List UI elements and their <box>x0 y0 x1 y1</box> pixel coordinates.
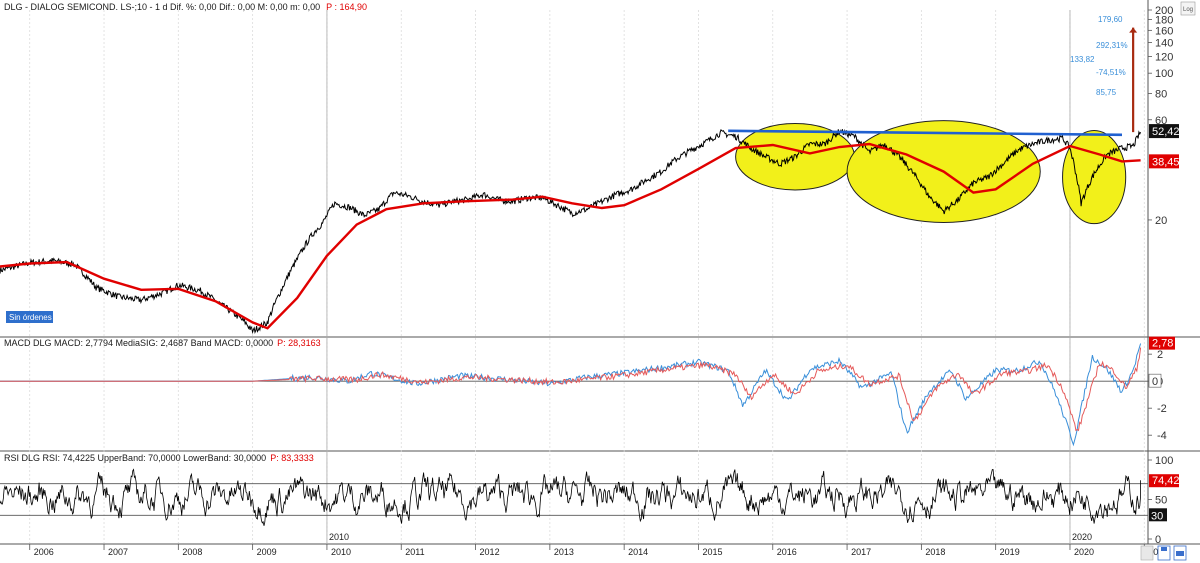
x-tick-label: 2007 <box>108 547 128 557</box>
x-tick-label: 2016 <box>777 547 797 557</box>
decade-label: 2020 <box>1072 532 1092 542</box>
y-tick-label: 20 <box>1155 215 1167 227</box>
log-scale-badge[interactable]: Log <box>1180 1 1196 16</box>
last-price-label: 52,42 <box>1152 126 1180 138</box>
target-annotation: 292,31% <box>1096 41 1128 50</box>
target-annotation: 133,82 <box>1070 55 1095 64</box>
x-tick-label: 2011 <box>405 547 424 557</box>
y-tick-label: 140 <box>1155 38 1173 50</box>
rsi-value-label: 74,42 <box>1152 475 1180 487</box>
log-scale-label: Log <box>1183 7 1193 13</box>
x-tick-label: 2006 <box>34 547 54 557</box>
chart-header-price: P : 164,90 <box>326 2 367 12</box>
stock-chart: 179,60 292,31%133,82-74,51% 85,75 DLG - DI… <box>0 0 1200 563</box>
y-tick-label: 100 <box>1155 68 1173 80</box>
scroll-left-button[interactable] <box>1140 545 1154 561</box>
macd-value-label: 2,78 <box>1152 338 1173 350</box>
macd-title: MACD DLG MACD: 2,7794 MediaSIG: 2,4687 B… <box>4 338 273 348</box>
macd-price: P: 28,3163 <box>277 338 321 348</box>
x-tick-label: 2009 <box>257 547 277 557</box>
target-annotation: 85,75 <box>1096 88 1117 97</box>
x-tick-label: 2012 <box>480 547 500 557</box>
y-tick-label: 160 <box>1155 25 1173 37</box>
x-tick-label: 2014 <box>628 547 648 557</box>
sin-ordenes-badge[interactable]: Sin órdenes <box>6 311 53 323</box>
y-tick-label: -2 <box>1157 403 1167 415</box>
x-tick-label: 2015 <box>702 547 722 557</box>
target-annotation: -74,51% <box>1096 68 1126 77</box>
x-tick-label: 2018 <box>925 547 945 557</box>
x-tick-label: 2017 <box>851 547 871 557</box>
x-tick-label: 2019 <box>1000 547 1020 557</box>
x-tick-label: 2008 <box>182 547 202 557</box>
y-tick-label: 2 <box>1157 349 1163 361</box>
y-tick-label: -4 <box>1157 430 1167 442</box>
x-tick-label: 2013 <box>554 547 574 557</box>
ma-value-label: 38,45 <box>1152 156 1180 168</box>
y-tick-label: 0 <box>1155 534 1161 546</box>
rsi-price: P: 83,3333 <box>270 453 314 463</box>
chart-header: DLG - DIALOG SEMICOND. LS-;10 - 1 d Dif.… <box>4 2 320 12</box>
target-annotation: 179,60 <box>1098 15 1123 24</box>
highlight-ellipse <box>1062 130 1127 225</box>
y-tick-label: 100 <box>1155 455 1173 467</box>
bottom-controls <box>1140 545 1187 561</box>
macd-zero-label: 0 <box>1152 376 1158 388</box>
rsi-band-label: 30 <box>1151 510 1163 522</box>
y-tick-label: 120 <box>1155 52 1173 64</box>
x-tick-label: 2010 <box>331 547 351 557</box>
decade-label: 2010 <box>329 532 349 542</box>
x-tick-label: 2020 <box>1074 547 1094 557</box>
sin-ordenes-label: Sin órdenes <box>9 313 52 322</box>
y-tick-label: 50 <box>1155 495 1167 507</box>
rsi-title: RSI DLG RSI: 74,4225 UpperBand: 70,0000 … <box>4 453 266 463</box>
y-tick-label: 80 <box>1155 89 1167 101</box>
